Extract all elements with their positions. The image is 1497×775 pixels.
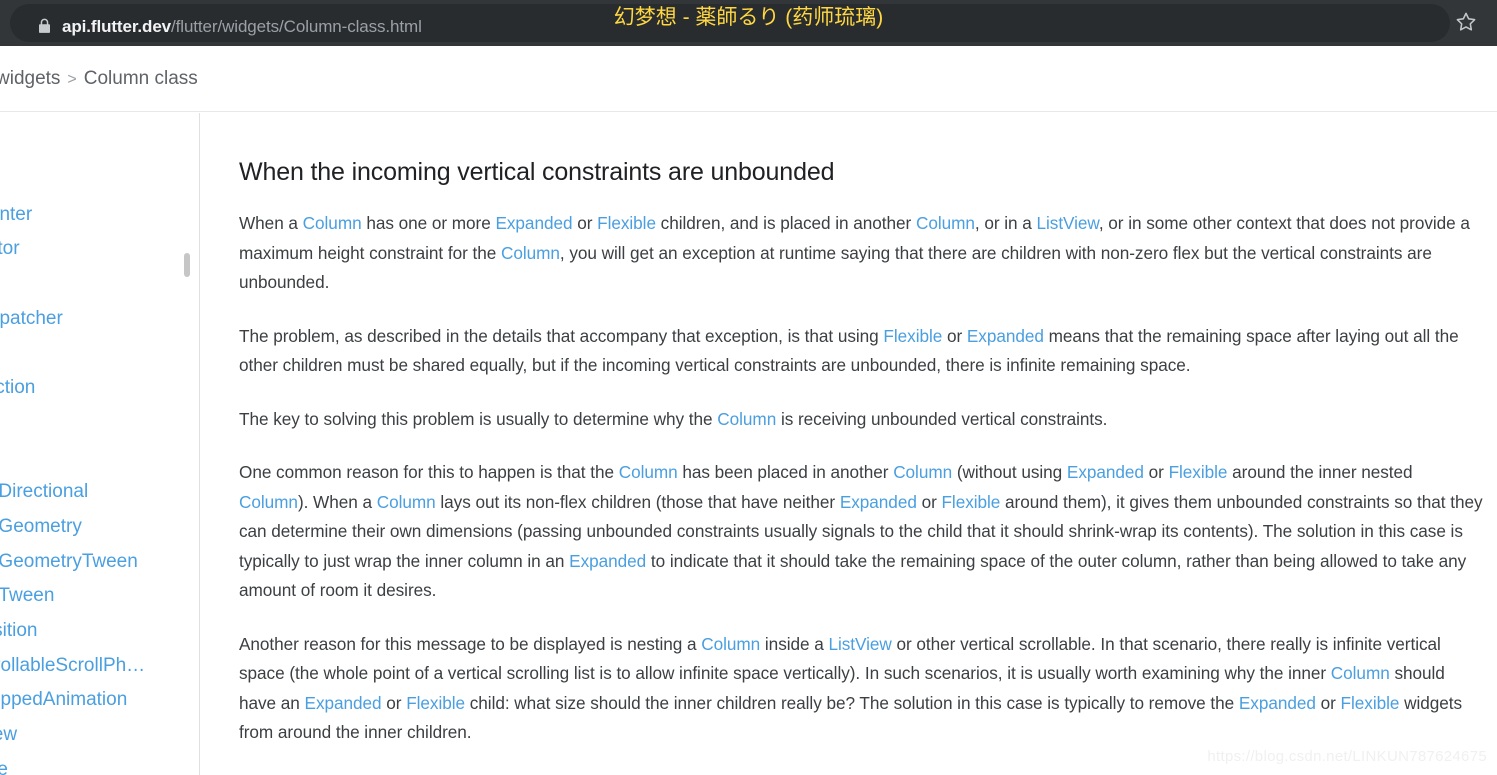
paragraph-p4: One common reason for this to happen is …: [239, 462, 1483, 600]
api-link-expanded[interactable]: Expanded: [305, 693, 382, 713]
paragraph-p5: Another reason for this message to be di…: [239, 633, 1463, 743]
sidebar-item-15[interactable]: StoppedAnimation: [0, 683, 199, 718]
paragraph-p2: The problem, as described in the details…: [239, 325, 1459, 376]
sidebar-item-label[interactable]: ScrollableScrollPh…: [0, 655, 145, 676]
url-path: /flutter/widgets/Column-class.html: [171, 17, 422, 36]
api-link-flexible[interactable]: Flexible: [883, 326, 942, 346]
sidebar-item-8[interactable]: ent: [0, 441, 199, 476]
breadcrumb-current: Column class: [83, 68, 198, 89]
api-link-flexible[interactable]: Flexible: [1341, 693, 1400, 713]
api-link-expanded[interactable]: Expanded: [967, 326, 1044, 346]
lock-icon: [37, 17, 51, 35]
paragraph-p6: For more discussion about constraints, s…: [239, 772, 1484, 775]
api-link-listview[interactable]: ListView: [1037, 213, 1099, 233]
api-link-column[interactable]: Column: [619, 462, 678, 482]
sidebar-item-0[interactable]: ES: [0, 163, 199, 198]
sidebar-item-label[interactable]: entDirectional: [0, 481, 88, 502]
api-link-expanded[interactable]: Expanded: [840, 492, 917, 512]
sidebar-item-label[interactable]: entGeometryTween: [0, 551, 138, 572]
api-link-column[interactable]: Column: [501, 243, 560, 263]
api-link-flexible[interactable]: Flexible: [941, 492, 1000, 512]
sidebar: ES Pointer ulator Dispatcher s eAction ent entD…: [0, 113, 200, 775]
sidebar-item-10[interactable]: entGeometry: [0, 510, 199, 545]
sidebar-item-14[interactable]: ScrollableScrollPh…: [0, 649, 199, 684]
sidebar-item-label[interactable]: Dispatcher: [0, 308, 63, 329]
main-content: When the incoming vertical constraints a…: [201, 113, 1497, 775]
api-link-flexible[interactable]: Flexible: [406, 693, 465, 713]
paragraph-p3: The key to solving this problem is usual…: [239, 408, 1108, 429]
api-link-listview[interactable]: ListView: [828, 634, 891, 654]
sidebar-item-5[interactable]: s: [0, 336, 199, 371]
breadcrumb-bar: widgets > Column class: [0, 46, 1497, 112]
api-link-expanded[interactable]: Expanded: [1067, 462, 1144, 482]
breadcrumb: widgets > Column class: [0, 64, 198, 94]
sidebar-item-1[interactable]: Pointer: [0, 198, 199, 233]
section-heading: When the incoming vertical constraints a…: [239, 158, 835, 186]
sidebar-item-16[interactable]: lView: [0, 718, 199, 753]
sidebar-item-13[interactable]: ansition: [0, 614, 199, 649]
sidebar-item-label[interactable]: able: [0, 759, 8, 775]
sidebar-item-12[interactable]: entTween: [0, 579, 199, 614]
sidebar-nav-list: ES Pointer ulator Dispatcher s eAction ent entD…: [0, 163, 199, 775]
sidebar-item-label[interactable]: eAction: [0, 377, 35, 398]
sidebar-item-11[interactable]: entGeometryTween: [0, 545, 199, 580]
api-link-column[interactable]: Column: [893, 462, 952, 482]
sidebar-item-4[interactable]: Dispatcher: [0, 302, 199, 337]
api-link-expanded[interactable]: Expanded: [569, 551, 646, 571]
address-bar[interactable]: api.flutter.dev/flutter/widgets/Column-c…: [10, 4, 1450, 42]
api-link-column[interactable]: Column: [1331, 663, 1390, 683]
sidebar-item-label[interactable]: StoppedAnimation: [0, 689, 127, 710]
paragraph-list: When a Column has one or more Expanded o…: [239, 209, 1484, 775]
url-text: api.flutter.dev/flutter/widgets/Column-c…: [62, 15, 422, 39]
sidebar-item-label[interactable]: lView: [0, 724, 17, 745]
breadcrumb-separator-icon: >: [67, 71, 77, 88]
api-link-flexible[interactable]: Flexible: [1169, 462, 1228, 482]
sidebar-spacer: [0, 267, 199, 302]
api-link-column[interactable]: Column: [916, 213, 975, 233]
sidebar-scrollbar-thumb[interactable]: [184, 253, 190, 277]
sidebar-item-2[interactable]: ulator: [0, 232, 199, 267]
url-domain: api.flutter.dev: [62, 17, 172, 36]
bookmark-star-icon[interactable]: [1455, 11, 1477, 33]
api-link-column[interactable]: Column: [303, 213, 362, 233]
sidebar-spacer: [0, 406, 199, 441]
sidebar-item-6[interactable]: eAction: [0, 371, 199, 406]
sidebar-item-label[interactable]: entTween: [0, 585, 54, 606]
browser-toolbar: api.flutter.dev/flutter/widgets/Column-c…: [0, 0, 1497, 46]
sidebar-item-label[interactable]: ansition: [0, 620, 38, 641]
api-link-expanded[interactable]: Expanded: [495, 213, 572, 233]
sidebar-item-9[interactable]: entDirectional: [0, 475, 199, 510]
api-link-expanded[interactable]: Expanded: [1239, 693, 1316, 713]
api-link-column[interactable]: Column: [377, 492, 436, 512]
breadcrumb-parent-link[interactable]: widgets: [0, 68, 60, 89]
sidebar-item-label[interactable]: Pointer: [0, 204, 32, 225]
api-link-column[interactable]: Column: [701, 634, 760, 654]
api-link-column[interactable]: Column: [717, 409, 776, 429]
sidebar-item-label[interactable]: entGeometry: [0, 516, 82, 537]
api-link-column[interactable]: Column: [239, 492, 298, 512]
sidebar-item-17[interactable]: able: [0, 753, 199, 775]
api-link-flexible[interactable]: Flexible: [597, 213, 656, 233]
paragraph-p1: When a Column has one or more Expanded o…: [239, 213, 1470, 292]
sidebar-item-label[interactable]: ulator: [0, 238, 20, 259]
